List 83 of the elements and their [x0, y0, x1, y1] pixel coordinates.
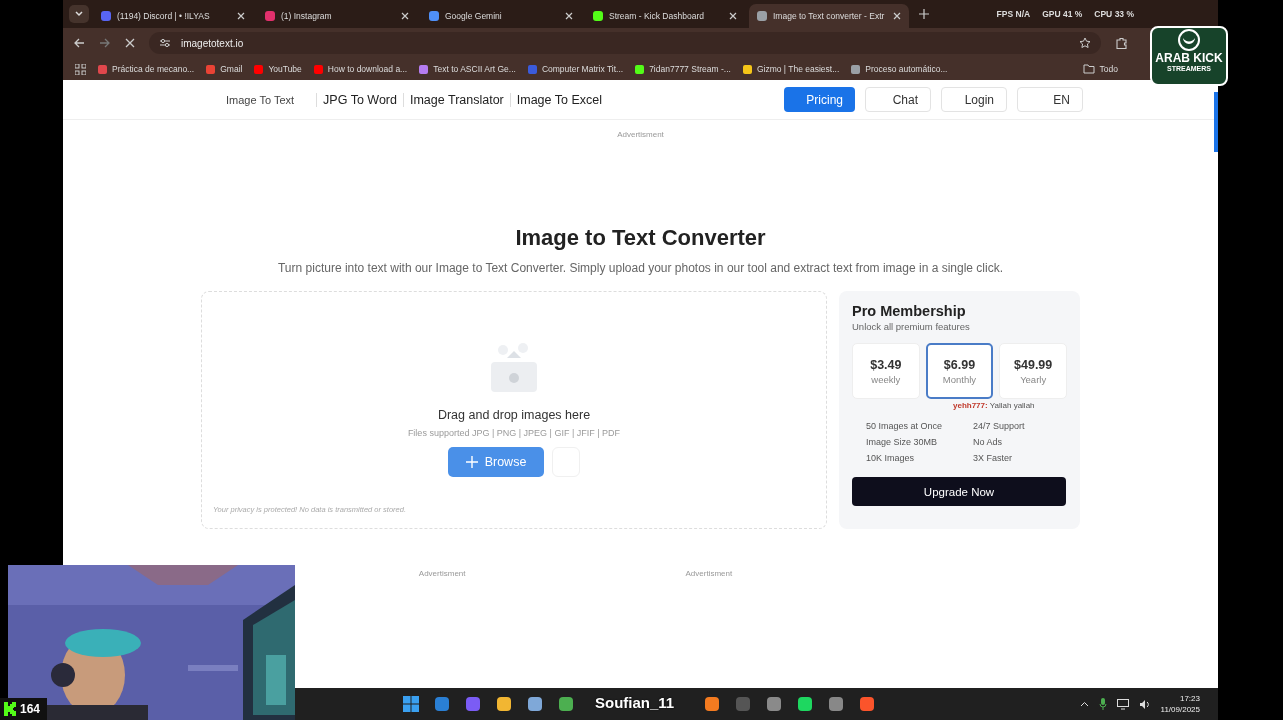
close-icon[interactable]	[565, 12, 573, 20]
feature-item: 10K Images	[866, 453, 916, 463]
bookmark-star-icon[interactable]	[1079, 37, 1091, 49]
feature-item: No Ads	[973, 437, 1004, 447]
bookmark[interactable]: Gmail	[206, 64, 243, 74]
feature-item: 50 Images at Once	[866, 421, 944, 431]
browser-tab[interactable]: Stream - Kick Dashboard	[585, 4, 745, 28]
speaker-icon[interactable]	[1138, 698, 1151, 710]
nav-link[interactable]: Image Translator	[402, 92, 510, 107]
chat-message: yehh777: Yallah yallah	[953, 401, 1035, 410]
bookmark[interactable]: 7idan7777 Stream -...	[635, 64, 731, 74]
bookmark[interactable]: Proceso automático...	[851, 64, 948, 74]
apps-icon[interactable]	[75, 63, 86, 75]
supported-formats: Files supported JPG | PNG | JPEG | GIF | JFIF | PDF	[407, 428, 621, 438]
app-icon[interactable]	[434, 696, 450, 712]
close-icon[interactable]	[729, 12, 737, 20]
streamer-name: Soufian_11	[595, 694, 675, 711]
extensions-icon[interactable]	[1115, 36, 1128, 50]
app-icon[interactable]	[496, 696, 512, 712]
tab-list-button[interactable]	[69, 5, 89, 23]
bookmark[interactable]: Computer Matrix Tit...	[527, 64, 624, 74]
chevron-up-icon[interactable]	[1079, 699, 1089, 709]
app-icon[interactable]	[859, 696, 875, 712]
site-settings-icon[interactable]	[159, 38, 171, 48]
upgrade-button[interactable]: Upgrade Now	[852, 477, 1066, 506]
nav-button[interactable]: Login	[941, 87, 1007, 112]
stop-icon[interactable]	[125, 38, 135, 48]
nav-button[interactable]: Chat	[865, 87, 931, 112]
close-icon[interactable]	[237, 12, 245, 20]
app-icon[interactable]	[704, 696, 720, 712]
bookmark[interactable]: Gizmo | The easiest...	[742, 64, 840, 74]
page-subtitle: Turn picture into text with our Image to Text Converter. Simply upload your photos in our tool and extract text from image in a single click.	[278, 261, 1003, 275]
browser-tab[interactable]: Image to Text converter - Extr	[749, 4, 909, 28]
monitor-icon[interactable]	[1116, 698, 1129, 710]
ad-label: Advertisment	[617, 130, 664, 139]
forward-icon[interactable]	[99, 37, 111, 49]
plan-option[interactable]: $49.99 Yearly	[999, 343, 1067, 399]
folder-icon	[1082, 64, 1095, 74]
plan-option[interactable]: $3.49 weekly	[852, 343, 920, 399]
feature-item: 24/7 Support	[973, 421, 1026, 431]
bookmark-folder[interactable]: Todo	[1082, 64, 1118, 74]
nav-link[interactable]: Image To Excel	[509, 92, 608, 107]
nav-link[interactable]: JPG To Word	[316, 92, 403, 107]
app-icon[interactable]	[465, 696, 481, 712]
address-field[interactable]: imagetotext.io	[149, 32, 1101, 54]
k-logo-icon	[4, 702, 16, 716]
bookmark[interactable]: How to download a...	[313, 64, 408, 74]
close-icon[interactable]	[893, 12, 901, 20]
back-icon[interactable]	[73, 37, 85, 49]
app-icon[interactable]	[527, 696, 543, 712]
chevron-down-icon[interactable]	[74, 9, 84, 19]
plus-icon	[465, 456, 478, 468]
performance-stat: FPS N/A	[996, 9, 1031, 19]
ad-label: Advertisment	[685, 569, 733, 578]
app-icon[interactable]	[558, 696, 574, 712]
new-tab-icon[interactable]	[919, 9, 929, 19]
nav-button[interactable]: EN	[1017, 87, 1083, 112]
page-title: Image to Text Converter	[515, 225, 766, 251]
performance-stat: GPU 41 %	[1042, 9, 1083, 19]
app-icon[interactable]	[828, 696, 844, 712]
dropzone-prompt: Drag and drop images here	[437, 408, 591, 422]
close-icon[interactable]	[401, 12, 409, 20]
feature-item: Image Size 30MB	[866, 437, 939, 447]
bookmark[interactable]: Práctica de mecano...	[98, 64, 195, 74]
browser-tab[interactable]: Google Gemini	[421, 4, 581, 28]
microphone-icon[interactable]	[1098, 698, 1107, 710]
ad-label: Advertisment	[418, 569, 466, 578]
performance-stat: CPU 33 %	[1094, 9, 1134, 19]
app-icon[interactable]	[797, 696, 813, 712]
nav-link[interactable]: Image To Text	[220, 93, 301, 106]
browser-tab[interactable]: (1194) Discord | • !ILYAS	[93, 4, 253, 28]
card-subtitle: Unlock all premium features	[852, 321, 971, 332]
browser-tab[interactable]: (1) Instagram	[257, 4, 417, 28]
taskbar-clock[interactable]: 17:23 11/09/2025	[1160, 693, 1200, 715]
pricing-button[interactable]: Pricing	[784, 87, 855, 112]
bookmark[interactable]: Text to ASCII Art Ge...	[419, 64, 516, 74]
scrollbar-thumb[interactable]	[1214, 92, 1218, 152]
bookmark[interactable]: YouTube	[254, 64, 302, 74]
app-icon[interactable]	[766, 696, 782, 712]
viewer-count: 164	[0, 698, 47, 720]
card-title: Pro Membership	[852, 303, 967, 319]
feature-item: 3X Faster	[973, 453, 1013, 463]
plan-option[interactable]: $6.99 Monthly	[925, 343, 994, 399]
